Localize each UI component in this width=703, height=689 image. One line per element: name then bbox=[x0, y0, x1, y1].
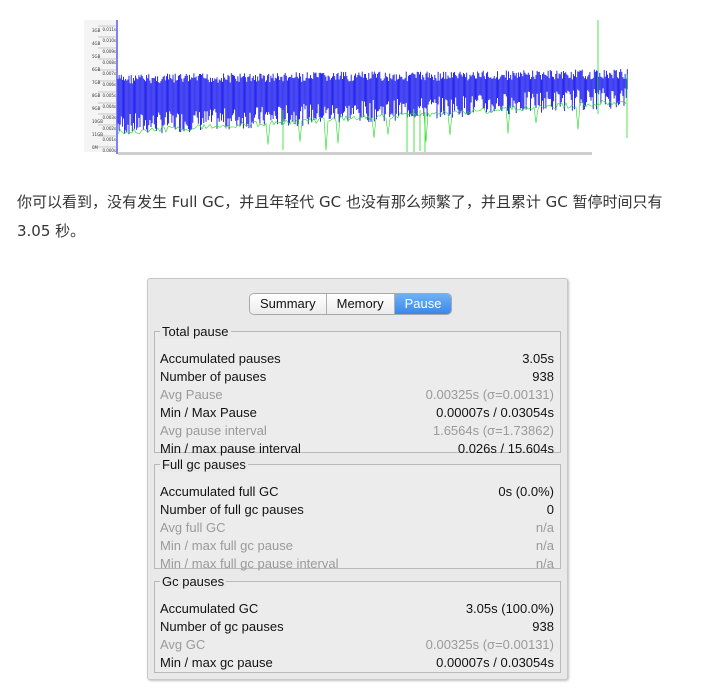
horizontal-scrollbar[interactable] bbox=[118, 152, 592, 155]
stat-label: Avg pause interval bbox=[160, 422, 267, 438]
memory-tick-label: 9GB bbox=[92, 106, 101, 111]
stat-label: Min / Max Pause bbox=[160, 404, 257, 420]
stat-row: Avg Pause 0.00325s (σ=0.00131) bbox=[160, 385, 554, 403]
stat-row: Number of gc pauses 938 bbox=[160, 617, 554, 635]
memory-tick-label: 6GB bbox=[92, 67, 101, 72]
stat-label: Avg GC bbox=[160, 636, 206, 652]
tab-pause[interactable]: Pause bbox=[394, 294, 452, 314]
stat-row: Min / max pause interval 0.026s / 15.604s bbox=[160, 439, 554, 457]
stat-value: 0.026s / 15.604s bbox=[457, 440, 554, 456]
memory-tick-label: 7GB bbox=[92, 80, 101, 85]
stat-label: Avg full GC bbox=[160, 519, 226, 535]
memory-tick-label: 11GB bbox=[92, 132, 103, 137]
stat-label: Avg Pause bbox=[160, 386, 223, 402]
stat-row: Min / max gc pause 0.00007s / 0.03054s bbox=[160, 653, 554, 671]
y-tick-label: 0.007s bbox=[102, 71, 116, 76]
pause-stats-panel: Summary Memory Pause Total pause Accumula… bbox=[147, 278, 568, 680]
stat-label: Accumulated pauses bbox=[160, 350, 281, 366]
y-tick-label: 0.000s bbox=[102, 148, 116, 153]
stat-row: Accumulated full GC 0s (0.0%) bbox=[160, 482, 554, 500]
memory-tick-label: 8GB bbox=[92, 93, 101, 98]
stat-value: 0 bbox=[546, 501, 554, 517]
stat-label: Min / max full gc pause bbox=[160, 537, 293, 553]
stat-label: Number of full gc pauses bbox=[160, 501, 304, 517]
y-tick-label: 0.003s bbox=[102, 115, 116, 120]
stat-row: Avg GC 0.00325s (σ=0.00131) bbox=[160, 635, 554, 653]
gc-timeline-chart: 0.011s 0.010s 0.009s 0.008s 0.007s 0.006s 0.00… bbox=[84, 14, 632, 160]
memory-tick-label: 3GB bbox=[92, 28, 101, 33]
stat-row: Number of full gc pauses 0 bbox=[160, 500, 554, 518]
memory-tick-label: 4GB bbox=[92, 41, 101, 46]
stat-value: 0.00325s (σ=0.00131) bbox=[425, 636, 554, 652]
stat-label: Min / max gc pause bbox=[160, 654, 273, 670]
full-gc-pauses-group: Full gc pauses Accumulated full GC 0s (0.0… bbox=[154, 458, 561, 572]
stat-row: Avg full GC n/a bbox=[160, 518, 554, 536]
stat-value: 0.00007s / 0.03054s bbox=[436, 654, 554, 670]
stat-value: n/a bbox=[535, 555, 554, 571]
gc-pauses-group: Gc pauses Accumulated GC 3.05s (100.0%) Num… bbox=[154, 575, 561, 673]
tab-bar: Summary Memory Pause bbox=[249, 293, 453, 315]
stat-value: 3.05s (100.0%) bbox=[465, 600, 554, 616]
y-tick-label: 0.006s bbox=[102, 82, 116, 87]
stat-value: n/a bbox=[535, 519, 554, 535]
stat-row: Min / Max Pause 0.00007s / 0.03054s bbox=[160, 403, 554, 421]
stat-row: Accumulated pauses 3.05s bbox=[160, 349, 554, 367]
memory-tick-label: 5GB bbox=[92, 54, 101, 59]
total-pause-group-title: Total pause bbox=[160, 324, 231, 339]
tab-summary[interactable]: Summary bbox=[250, 294, 327, 314]
stat-value: 938 bbox=[532, 368, 554, 384]
y-tick-label: 0.010s bbox=[102, 38, 116, 43]
stat-value: n/a bbox=[535, 537, 554, 553]
stat-row: Min / max full gc pause interval n/a bbox=[160, 554, 554, 572]
y-tick-label: 0.009s bbox=[102, 49, 116, 54]
article-paragraph: 你可以看到，没有发生 Full GC，并且年轻代 GC 也没有那么频繁了，并且累… bbox=[17, 193, 663, 240]
stat-label: Min / max pause interval bbox=[160, 440, 301, 456]
stat-value: 0.00007s / 0.03054s bbox=[436, 404, 554, 420]
stat-row: Number of pauses 938 bbox=[160, 367, 554, 385]
y-tick-label: 0.001s bbox=[102, 137, 116, 142]
stat-label: Number of pauses bbox=[160, 368, 267, 384]
stat-label: Accumulated full GC bbox=[160, 483, 279, 499]
stat-value: 3.05s bbox=[522, 350, 554, 366]
y-tick-label: 0.008s bbox=[102, 60, 116, 65]
stat-value: 0.00325s (σ=0.00131) bbox=[425, 386, 554, 402]
memory-tick-label: 10GB bbox=[92, 119, 103, 124]
stat-value: 938 bbox=[532, 618, 554, 634]
y-tick-label: 0.011s bbox=[102, 27, 116, 32]
stat-row: Min / max full gc pause n/a bbox=[160, 536, 554, 554]
stat-label: Number of gc pauses bbox=[160, 618, 284, 634]
full-gc-group-title: Full gc pauses bbox=[160, 457, 248, 472]
stat-label: Accumulated GC bbox=[160, 600, 259, 616]
total-pause-group: Total pause Accumulated pauses 3.05s Number… bbox=[154, 325, 561, 456]
stat-value: 1.6564s (σ=1.73862) bbox=[432, 422, 554, 438]
y-tick-label: 0.002s bbox=[102, 126, 116, 131]
tab-memory[interactable]: Memory bbox=[326, 294, 395, 314]
stat-row: Avg pause interval 1.6564s (σ=1.73862) bbox=[160, 421, 554, 439]
gc-group-title: Gc pauses bbox=[160, 574, 227, 589]
memory-tick-label: 0M bbox=[92, 145, 99, 150]
stat-value: 0s (0.0%) bbox=[498, 483, 554, 499]
y-tick-label: 0.004s bbox=[102, 104, 116, 109]
stat-row: Accumulated GC 3.05s (100.0%) bbox=[160, 599, 554, 617]
stat-label: Min / max full gc pause interval bbox=[160, 555, 339, 571]
y-tick-label: 0.005s bbox=[102, 93, 116, 98]
